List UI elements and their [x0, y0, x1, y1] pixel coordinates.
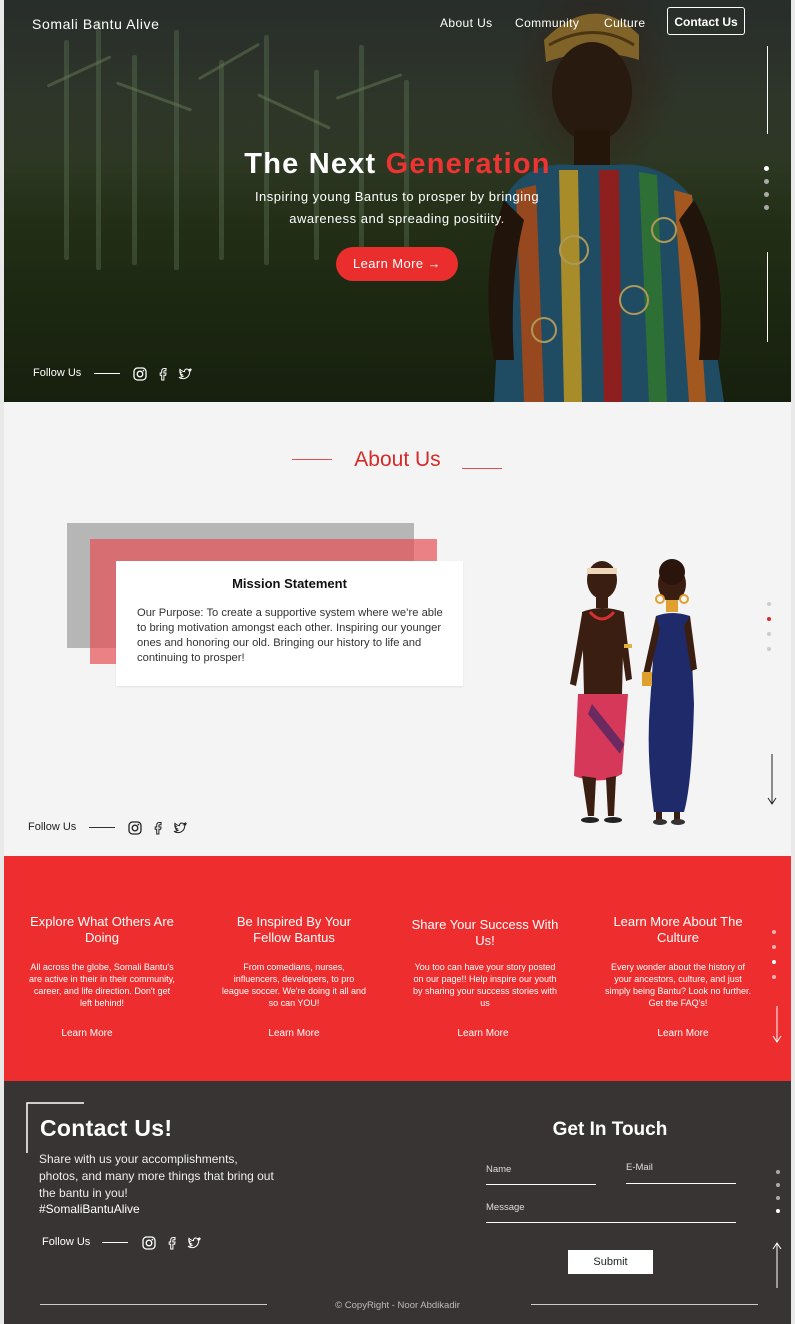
hero-title: The Next Generation	[4, 148, 791, 181]
about-title: About Us	[354, 448, 441, 471]
hero-section: Somali Bantu Alive About Us Community Cu…	[4, 0, 791, 402]
contact-dot-3[interactable]	[776, 1196, 780, 1200]
scroll-up-arrow-icon[interactable]	[771, 1241, 783, 1289]
feature-text: All across the globe, Somali Bantu's are…	[29, 962, 175, 1008]
hero-title-white: The Next	[244, 148, 377, 180]
twitter-icon[interactable]	[178, 367, 192, 381]
nav-link-culture[interactable]: Culture	[604, 16, 645, 30]
feature-learn-more-link[interactable]: Learn More	[408, 1028, 558, 1039]
scroll-line-bottom	[767, 252, 768, 342]
page: Somali Bantu Alive About Us Community Cu…	[4, 0, 791, 1324]
contact-description: Share with us your accomplishments, phot…	[39, 1152, 274, 1200]
contact-hashtag: #SomaliBantuAlive	[39, 1202, 140, 1216]
feature-text: You too can have your story posted on ou…	[412, 962, 558, 1008]
about-dot-1[interactable]	[767, 602, 771, 606]
bantu-couple-illustration	[570, 559, 697, 825]
features-section: Explore What Others Are Doing All across…	[4, 856, 791, 1081]
hero-learn-more-button[interactable]: Learn More →	[336, 247, 458, 281]
mission-title: Mission Statement	[232, 576, 347, 591]
name-field[interactable]: Name	[486, 1164, 596, 1185]
contact-dot-1[interactable]	[776, 1170, 780, 1174]
facebook-icon[interactable]	[156, 367, 170, 381]
slide-dot-4[interactable]	[764, 205, 769, 210]
about-section: About Us Mission Statement Our Purpose: …	[4, 402, 791, 856]
features-dot-4[interactable]	[772, 975, 776, 979]
about-dot-2[interactable]	[767, 617, 771, 621]
copyright-text: © CopyRight - Noor Abdikadir	[335, 1300, 460, 1311]
slide-dot-2[interactable]	[764, 179, 769, 184]
feature-learn-more-link[interactable]: Learn More	[219, 1028, 369, 1039]
feature-text: From comedians, nurses, influencers, dev…	[221, 962, 367, 1008]
brand-logo[interactable]: Somali Bantu Alive	[32, 16, 160, 32]
slide-dot-3[interactable]	[764, 192, 769, 197]
feature-learn-more-link[interactable]: Learn More	[12, 1028, 162, 1039]
twitter-icon[interactable]	[187, 1236, 201, 1250]
slide-dot-1[interactable]	[764, 166, 769, 171]
get-in-touch-title: Get In Touch	[552, 1119, 668, 1140]
feature-title: Be Inspired By Your Fellow Bantus	[236, 914, 352, 945]
follow-us-label: Follow Us	[42, 1236, 91, 1248]
nav-contact-button[interactable]: Contact Us	[667, 7, 745, 35]
contact-dot-4[interactable]	[776, 1209, 780, 1213]
feature-title: Share Your Success With Us!	[411, 917, 559, 948]
nav-link-community[interactable]: Community	[515, 16, 579, 30]
feature-title: Learn More About The Culture	[613, 914, 743, 945]
mission-card: Mission Statement Our Purpose: To create…	[116, 561, 463, 686]
features-dot-3[interactable]	[772, 960, 776, 964]
scroll-line-top	[767, 46, 768, 134]
about-title-line-right	[462, 468, 502, 469]
twitter-icon[interactable]	[173, 821, 187, 835]
instagram-icon[interactable]	[128, 821, 142, 835]
submit-button[interactable]: Submit	[568, 1250, 653, 1274]
features-scroll-down-arrow-icon[interactable]	[771, 1006, 783, 1044]
message-field[interactable]: Message	[486, 1202, 736, 1223]
hero-title-accent: Generation	[385, 148, 551, 180]
instagram-icon[interactable]	[133, 367, 147, 381]
features-dot-2[interactable]	[772, 945, 776, 949]
feature-title: Explore What Others Are Doing	[30, 914, 174, 945]
feature-text: Every wonder about the history of your a…	[604, 962, 752, 1008]
scroll-down-arrow-icon[interactable]	[766, 754, 778, 806]
nav-link-about[interactable]: About Us	[440, 16, 493, 30]
follow-us-label: Follow Us	[33, 367, 82, 379]
instagram-icon[interactable]	[142, 1236, 156, 1250]
hero-subtitle: Inspiring young Bantus to prosper by bri…	[254, 189, 540, 226]
contact-title: Contact Us!	[40, 1115, 173, 1141]
contact-dot-2[interactable]	[776, 1183, 780, 1187]
facebook-icon[interactable]	[151, 821, 165, 835]
feature-learn-more-link[interactable]: Learn More	[608, 1028, 758, 1039]
features-dot-1[interactable]	[772, 930, 776, 934]
mission-text: Our Purpose: To create a supportive syst…	[137, 607, 443, 664]
follow-us-label: Follow Us	[28, 821, 77, 833]
about-dot-4[interactable]	[767, 647, 771, 651]
about-dot-3[interactable]	[767, 632, 771, 636]
facebook-icon[interactable]	[165, 1236, 179, 1250]
email-field[interactable]: E-Mail	[626, 1162, 736, 1184]
contact-section: Contact Us! Share with us your accomplis…	[4, 1081, 791, 1324]
